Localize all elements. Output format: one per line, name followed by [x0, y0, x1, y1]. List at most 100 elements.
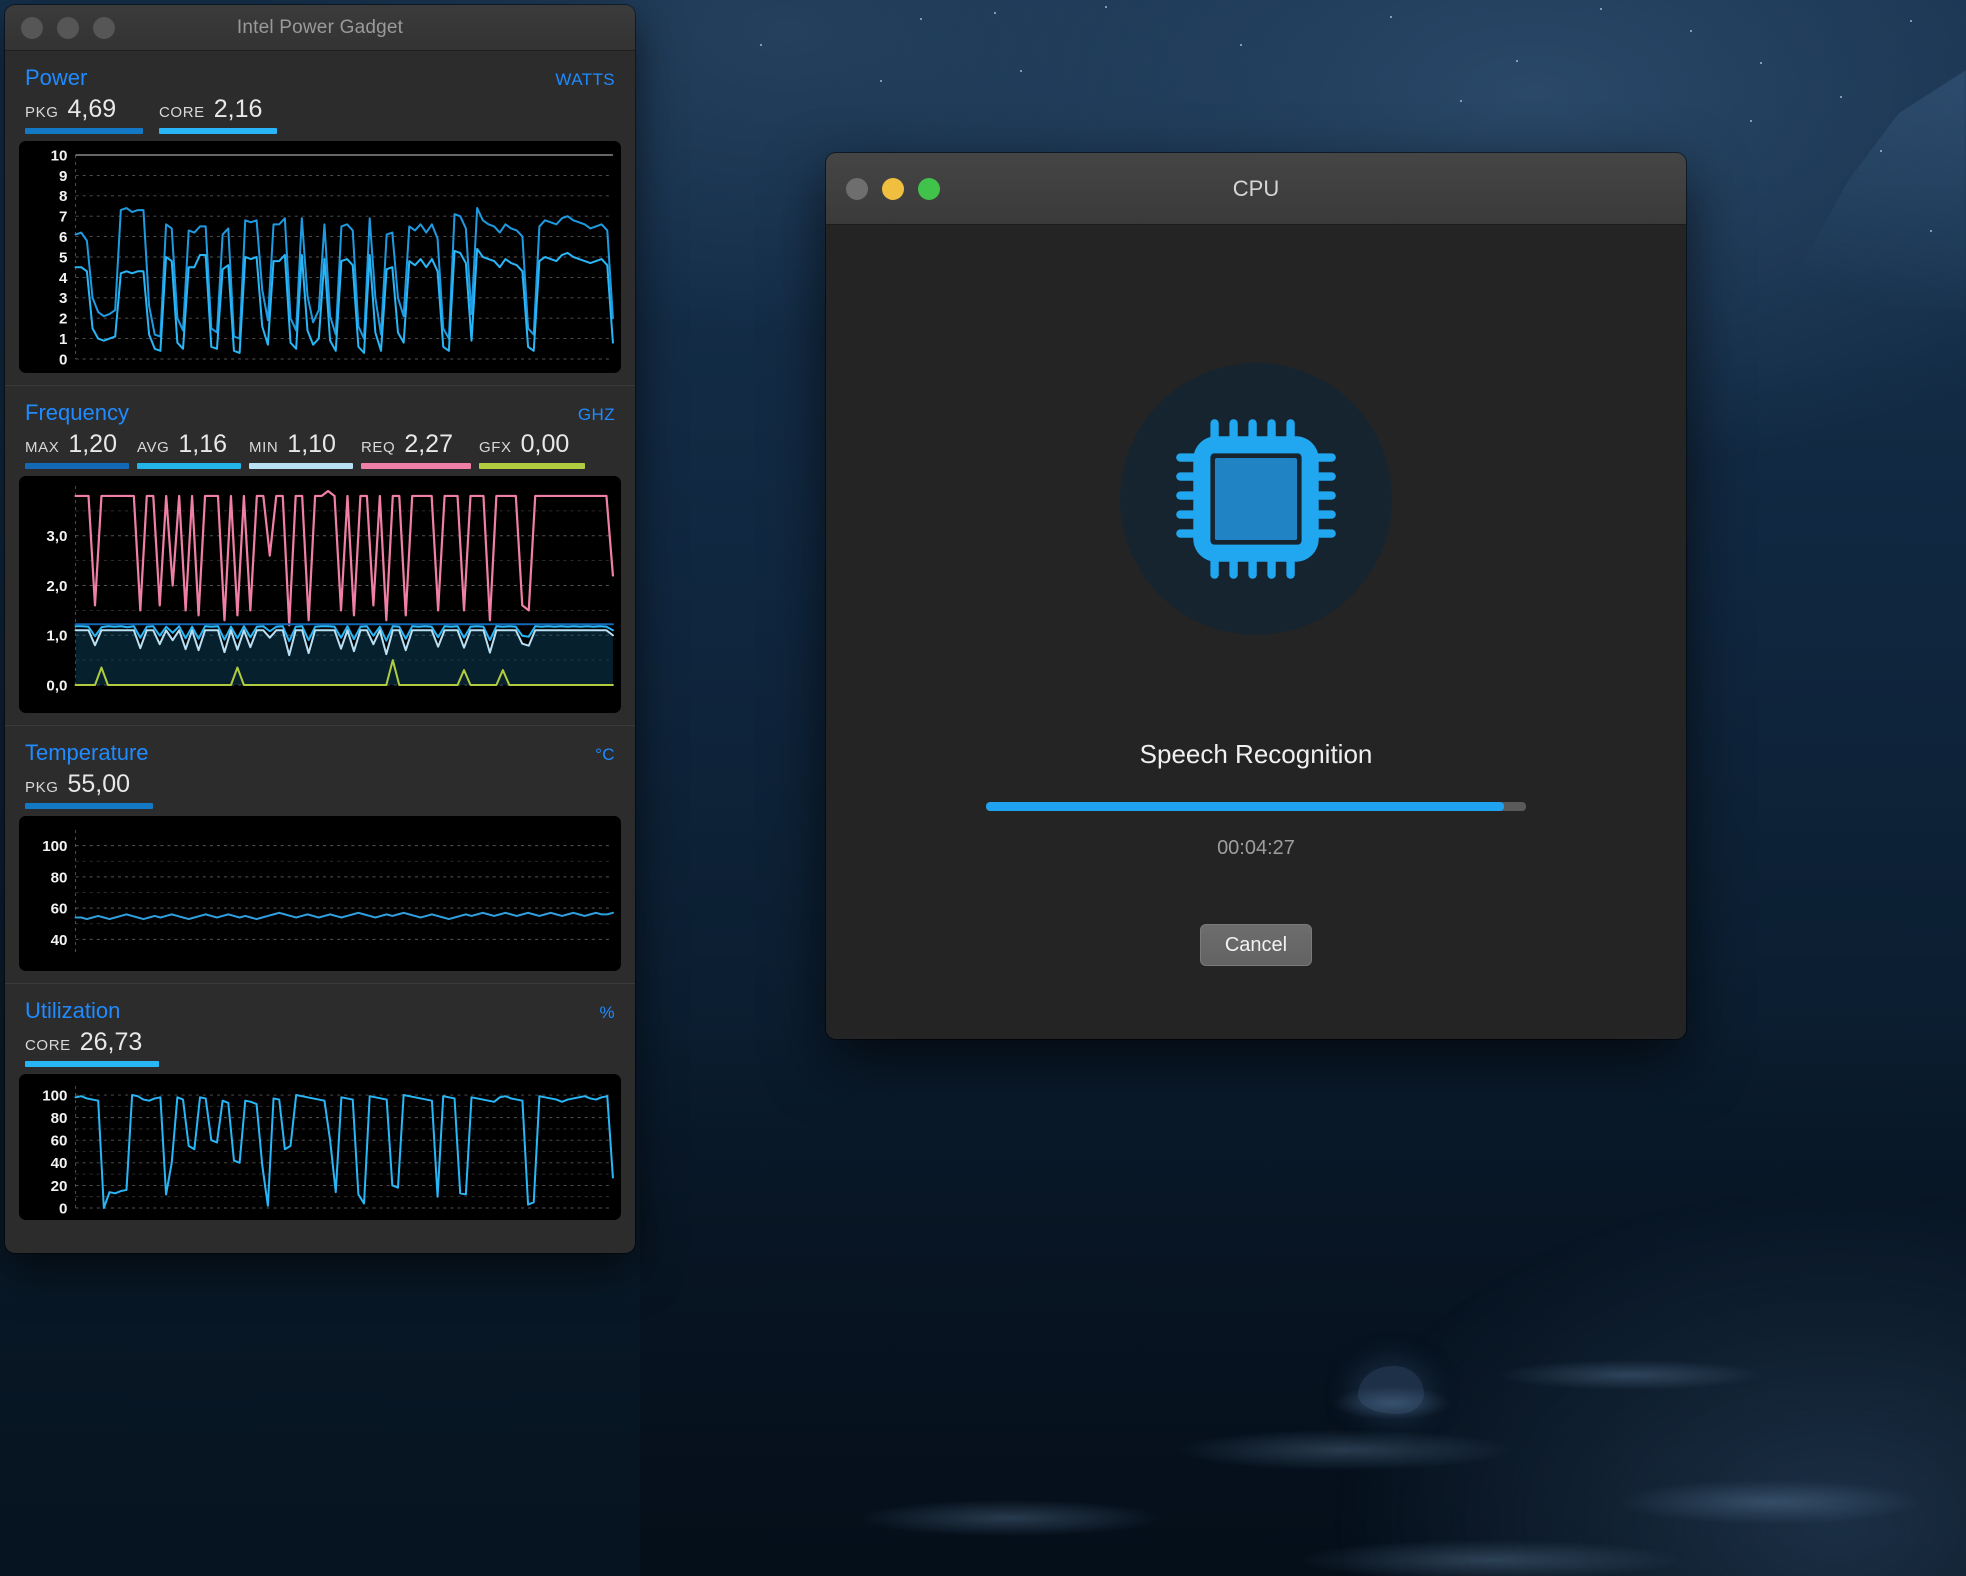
- svg-text:100: 100: [42, 1088, 67, 1105]
- minimize-button-icon[interactable]: [57, 16, 79, 39]
- metric-frequency-max-key: MAX: [25, 439, 60, 456]
- star: [1390, 16, 1392, 18]
- metric-utilization-core-key: CORE: [25, 1037, 71, 1054]
- svg-text:80: 80: [51, 1110, 68, 1127]
- intel-power-gadget-window[interactable]: Intel Power Gadget Power WATTS PKG 4,69 …: [5, 5, 635, 1253]
- svg-text:9: 9: [59, 168, 67, 185]
- cpu-chip-icon: [1176, 419, 1336, 579]
- star: [1910, 20, 1912, 22]
- metric-frequency-min-colorbar: [249, 463, 353, 469]
- panel-temperature-unit: °C: [595, 745, 615, 764]
- cpu-icon-backdrop: [1120, 363, 1392, 635]
- traffic-light-group[interactable]: [21, 16, 115, 39]
- svg-text:2,0: 2,0: [46, 578, 67, 595]
- metric-frequency-avg-colorbar: [137, 463, 241, 469]
- star: [1240, 44, 1242, 46]
- metric-temperature-pkg-colorbar: [25, 803, 153, 809]
- metric-frequency-gfx: GFX 0,00: [479, 430, 585, 469]
- metric-power-pkg: PKG 4,69: [25, 95, 143, 134]
- metric-frequency-avg-key: AVG: [137, 439, 170, 456]
- svg-text:6: 6: [59, 229, 67, 246]
- cpu-window-titlebar[interactable]: CPU: [826, 153, 1686, 225]
- metric-temperature-pkg-value: 55,00: [67, 770, 131, 798]
- metric-frequency-min-value: 1,10: [287, 430, 336, 458]
- svg-text:60: 60: [51, 901, 68, 918]
- svg-text:5: 5: [59, 249, 67, 266]
- svg-text:3,0: 3,0: [46, 528, 67, 545]
- metric-utilization-core: CORE 26,73: [25, 1028, 159, 1067]
- panel-temperature: Temperature °C PKG 55,00 100 80 60 40: [5, 726, 635, 984]
- svg-text:0: 0: [59, 1200, 67, 1217]
- svg-text:80: 80: [51, 869, 68, 886]
- star: [1840, 96, 1842, 98]
- metric-temperature-pkg: PKG 55,00: [25, 770, 153, 809]
- star: [1690, 30, 1692, 32]
- metric-power-core-key: CORE: [159, 104, 205, 121]
- metric-frequency-req-colorbar: [361, 463, 471, 469]
- close-button-icon: [846, 177, 868, 200]
- panel-utilization-title: Utilization: [25, 998, 121, 1023]
- progress-bar-fill: [986, 802, 1505, 811]
- close-button-icon[interactable]: [21, 16, 43, 39]
- cpu-window-title: CPU: [1232, 175, 1280, 201]
- metric-utilization-core-value: 26,73: [79, 1028, 143, 1056]
- frequency-chart: 3,0 2,0 1,0 0,0: [19, 476, 621, 713]
- panel-utilization-unit: %: [599, 1003, 615, 1022]
- metric-power-core-colorbar: [159, 128, 277, 134]
- zoom-button-icon[interactable]: [918, 177, 940, 200]
- metric-utilization-core-colorbar: [25, 1061, 159, 1067]
- svg-text:20: 20: [51, 1178, 68, 1195]
- panel-frequency-title: Frequency: [25, 400, 129, 425]
- svg-text:1,0: 1,0: [46, 628, 67, 645]
- svg-text:40: 40: [51, 1155, 68, 1172]
- cancel-button[interactable]: Cancel: [1200, 924, 1312, 966]
- minimize-button-icon[interactable]: [882, 177, 904, 200]
- dialog-heading: Speech Recognition: [1139, 739, 1373, 769]
- svg-text:60: 60: [51, 1133, 68, 1150]
- star: [1460, 100, 1462, 102]
- metric-frequency-max-value: 1,20: [68, 430, 117, 458]
- star: [1600, 8, 1602, 10]
- star: [1930, 230, 1932, 232]
- metric-power-pkg-key: PKG: [25, 104, 59, 121]
- metric-power-pkg-value: 4,69: [67, 95, 117, 123]
- cpu-traffic-light-group[interactable]: [846, 177, 940, 200]
- foam-streak: [1620, 1480, 1920, 1524]
- foam-streak: [1500, 1360, 1760, 1390]
- metric-frequency-avg-value: 1,16: [178, 430, 228, 458]
- star: [1020, 70, 1022, 72]
- star: [1880, 150, 1882, 152]
- temperature-chart: 100 80 60 40: [19, 816, 621, 971]
- panel-utilization-metrics: CORE 26,73: [19, 1024, 621, 1067]
- panel-temperature-title: Temperature: [25, 740, 149, 765]
- star: [1760, 62, 1762, 64]
- metric-temperature-pkg-key: PKG: [25, 779, 59, 796]
- metric-frequency-max: MAX 1,20: [25, 430, 129, 469]
- panel-power-unit: WATTS: [555, 70, 615, 89]
- star: [920, 18, 922, 20]
- svg-text:4: 4: [59, 270, 68, 287]
- panel-power-header: Power WATTS: [19, 61, 621, 91]
- panel-utilization: Utilization % CORE 26,73 100 80 60 40 20 0: [5, 984, 635, 1232]
- metric-frequency-gfx-key: GFX: [479, 439, 512, 456]
- cpu-progress-window[interactable]: CPU Speech Recognition 00:04:27 Cancel: [826, 153, 1686, 1039]
- star: [1516, 60, 1518, 62]
- star: [1750, 120, 1752, 122]
- metric-power-core-value: 2,16: [213, 95, 263, 123]
- zoom-button-icon[interactable]: [93, 16, 115, 39]
- star: [994, 12, 996, 14]
- window-titlebar[interactable]: Intel Power Gadget: [5, 5, 635, 51]
- metric-frequency-min: MIN 1,10: [249, 430, 353, 469]
- star: [880, 80, 882, 82]
- foam-streak: [860, 1500, 1160, 1536]
- metric-frequency-avg: AVG 1,16: [137, 430, 241, 469]
- elapsed-time-label: 00:04:27: [1217, 837, 1295, 859]
- panel-power-title: Power: [25, 65, 88, 90]
- panel-frequency-metrics: MAX 1,20 AVG 1,16 MIN 1,10 REQ 2,27 GFX …: [19, 426, 621, 469]
- sea-rock: [1332, 1366, 1452, 1420]
- metric-frequency-req-key: REQ: [361, 439, 396, 456]
- foam-streak: [1180, 1430, 1510, 1470]
- panel-power: Power WATTS PKG 4,69 CORE 2,16 10 9 8 7 6 5 4 3…: [5, 51, 635, 386]
- svg-text:7: 7: [59, 209, 67, 226]
- star: [1105, 6, 1107, 8]
